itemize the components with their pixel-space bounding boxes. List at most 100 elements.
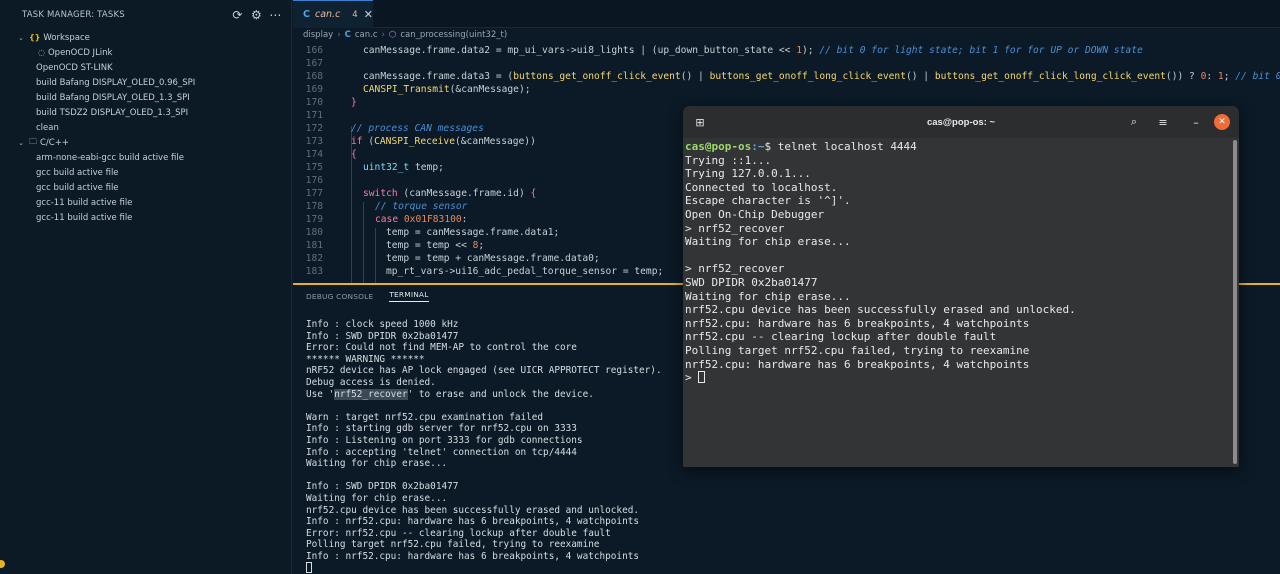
minimize-icon[interactable]: – bbox=[1186, 112, 1206, 132]
line-number: 168 bbox=[305, 71, 323, 82]
terminal-titlebar[interactable]: ⊞ cas@pop-os: ~ ⌕ ≡ – ✕ bbox=[683, 106, 1239, 138]
task-label: gcc-11 build active file bbox=[36, 212, 133, 223]
code-line: switch (canMessage.frame.id) { bbox=[363, 188, 537, 199]
line-number: 174 bbox=[305, 149, 323, 160]
task-item[interactable]: build Bafang DISPLAY_OLED_1.3_SPI bbox=[0, 90, 291, 105]
code-line: { bbox=[351, 149, 357, 160]
task-item[interactable]: gcc build active file bbox=[0, 165, 291, 180]
terminal-line: Info : starting gdb server for nrf52.cpu… bbox=[306, 423, 577, 435]
line-number: 176 bbox=[305, 175, 323, 186]
task-item[interactable]: clean bbox=[0, 120, 291, 135]
task-item[interactable]: gcc-11 build active file bbox=[0, 210, 291, 225]
task-label: OpenOCD ST-LINK bbox=[36, 62, 113, 73]
line-number: 183 bbox=[305, 266, 323, 277]
task-item[interactable]: arm-none-eabi-gcc build active file bbox=[0, 150, 291, 165]
task-item[interactable]: ◌ OpenOCD JLink bbox=[0, 45, 291, 60]
chevron-down-icon: ⌄ bbox=[18, 33, 24, 42]
line-number: 171 bbox=[305, 110, 323, 121]
breadcrumb-file[interactable]: can.c bbox=[355, 30, 378, 40]
terminal-output[interactable]: cas@pop-os:~$ telnet localhost 4444 Tryin… bbox=[684, 138, 1239, 467]
output-line: Trying 127.0.0.1... bbox=[685, 167, 811, 181]
gear-icon[interactable]: ⚙ bbox=[251, 8, 262, 22]
breadcrumb: display › C can.c › ⬡ can_processing(uin… bbox=[303, 28, 507, 42]
code-line: temp = temp << 8; bbox=[386, 240, 485, 251]
code-line: case 0x01F83100: bbox=[375, 214, 468, 225]
line-number: 172 bbox=[305, 123, 323, 134]
terminal-line: Info : SWD DPIDR 0x2ba01477 bbox=[306, 330, 459, 342]
code-line: CANSPI_Transmit(&canMessage); bbox=[363, 84, 531, 95]
task-manager-sidebar: TASK MANAGER: TASKS ⟳ ⚙ ⋯ ⌄ {} Workspace… bbox=[0, 0, 292, 574]
terminal-line: Warn : target nrf52.cpu examination fail… bbox=[306, 411, 544, 423]
task-label: build Bafang DISPLAY_OLED_1.3_SPI bbox=[36, 92, 190, 103]
selected-text: nrf52_recover bbox=[334, 388, 408, 400]
line-number: 175 bbox=[305, 162, 323, 173]
terminal-line: Waiting for chip erase... bbox=[306, 458, 448, 470]
task-label: gcc build active file bbox=[36, 167, 119, 178]
breadcrumb-symbol[interactable]: can_processing(uint32_t) bbox=[400, 30, 507, 40]
code-line: canMessage.frame.data3 = (buttons_get_on… bbox=[363, 71, 1280, 82]
terminal-line: Info : nrf52.cpu: hardware has 6 breakpo… bbox=[306, 550, 640, 562]
close-icon[interactable]: ✕ bbox=[364, 8, 373, 21]
gnome-terminal-window[interactable]: ⊞ cas@pop-os: ~ ⌕ ≡ – ✕ cas@pop-os:~$ te… bbox=[683, 106, 1239, 467]
running-icon: ◌ bbox=[38, 48, 45, 57]
task-item[interactable]: build Bafang DISPLAY_OLED_0.96_SPI bbox=[0, 75, 291, 90]
code-line: temp = canMessage.frame.data1; bbox=[386, 227, 560, 238]
line-number: 169 bbox=[305, 84, 323, 95]
task-item[interactable]: build TSDZ2 DISPLAY_OLED_1.3_SPI bbox=[0, 105, 291, 120]
terminal-line: Polling target nrf52.cpu failed, trying … bbox=[306, 539, 600, 551]
code-line: // torque sensor bbox=[375, 201, 468, 212]
prompt-user: cas@pop-os bbox=[685, 140, 752, 153]
problem-count: 4 bbox=[352, 9, 358, 20]
line-number: 182 bbox=[305, 253, 323, 264]
terminal-line: Error: nrf52.cpu -- clearing lockup afte… bbox=[306, 527, 611, 539]
line-number: 167 bbox=[305, 58, 323, 69]
breadcrumb-folder[interactable]: display bbox=[303, 30, 333, 40]
braces-icon: {} bbox=[29, 33, 41, 42]
output-line: nrf52.cpu -- clearing lockup after doubl… bbox=[685, 330, 997, 344]
editor-tab-bar: C can.c 4 ✕ bbox=[293, 0, 1280, 28]
terminal-line: nrf52.cpu device has been successfully e… bbox=[306, 504, 640, 516]
hamburger-menu-icon[interactable]: ≡ bbox=[1153, 112, 1173, 132]
line-number: 173 bbox=[305, 136, 323, 147]
chevron-down-icon: ⌄ bbox=[18, 138, 24, 147]
code-line: uint32_t temp; bbox=[363, 162, 444, 173]
line-number: 166 bbox=[305, 45, 323, 56]
indent-guide bbox=[375, 228, 376, 284]
cpp-group[interactable]: ⌄ 🗀 C/C++ bbox=[0, 135, 291, 150]
task-item[interactable]: gcc build active file bbox=[0, 180, 291, 195]
output-line: nrf52.cpu: hardware has 6 breakpoints, 4… bbox=[685, 316, 1030, 330]
output-line: SWD DPIDR 0x2ba01477 bbox=[685, 275, 818, 289]
task-label: gcc-11 build active file bbox=[36, 197, 133, 208]
window-close-icon[interactable]: ✕ bbox=[1214, 114, 1230, 130]
task-label: clean bbox=[36, 122, 59, 133]
search-icon[interactable]: ⌕ bbox=[1124, 112, 1144, 132]
function-icon: ⬡ bbox=[388, 30, 397, 40]
code-line: if (CANSPI_Receive(&canMessage)) bbox=[351, 136, 536, 147]
task-item[interactable]: gcc-11 build active file bbox=[0, 195, 291, 210]
tab-debug-console[interactable]: DEBUG CONSOLE bbox=[306, 292, 373, 301]
c-file-icon: C bbox=[344, 30, 351, 40]
task-label: OpenOCD JLink bbox=[47, 47, 113, 58]
task-label: gcc build active file bbox=[36, 182, 119, 193]
output-line: > nrf52_recover bbox=[685, 262, 785, 276]
code-line: // process CAN messages bbox=[351, 123, 484, 134]
terminal-line: Info : clock speed 1000 kHz bbox=[306, 319, 459, 330]
task-item[interactable]: OpenOCD ST-LINK bbox=[0, 60, 291, 75]
workspace-group[interactable]: ⌄ {} Workspace bbox=[0, 30, 291, 45]
scrollbar[interactable] bbox=[1233, 140, 1237, 464]
integrated-terminal[interactable]: Info : clock speed 1000 kHz Info : SWD DP… bbox=[306, 319, 662, 574]
tab-terminal[interactable]: TERMINAL bbox=[389, 290, 429, 302]
code-line: canMessage.frame.data2 = mp_ui_vars->ui8… bbox=[363, 45, 1143, 56]
line-number: 178 bbox=[305, 201, 323, 212]
tab-can-c[interactable]: C can.c 4 ✕ bbox=[293, 0, 373, 28]
refresh-icon[interactable]: ⟳ bbox=[232, 8, 243, 22]
c-file-icon: C bbox=[303, 9, 310, 20]
terminal-line: Waiting for chip erase... bbox=[306, 492, 448, 504]
terminal-line: Info : SWD DPIDR 0x2ba01477 bbox=[306, 481, 459, 493]
tab-label: can.c bbox=[314, 9, 341, 20]
prompt-path: :~ bbox=[751, 140, 765, 153]
more-icon[interactable]: ⋯ bbox=[269, 8, 281, 22]
output-line: nrf52.cpu device has been successfully e… bbox=[685, 303, 1076, 317]
input-line[interactable]: > bbox=[685, 371, 1239, 385]
